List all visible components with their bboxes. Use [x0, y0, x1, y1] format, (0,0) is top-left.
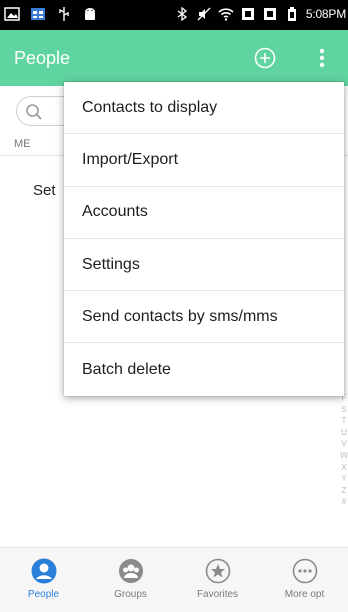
bluetooth-icon — [177, 6, 187, 22]
tab-label: People — [27, 589, 60, 600]
search-icon — [26, 104, 42, 120]
wifi-icon — [218, 8, 234, 21]
signal-icon — [263, 8, 276, 20]
bottom-nav: People Groups Favorites More opt — [0, 547, 348, 612]
index-letter[interactable]: T — [342, 415, 347, 427]
status-bar: 5:08PM — [0, 0, 348, 30]
star-icon — [205, 558, 230, 584]
battery-icon — [287, 7, 296, 21]
overflow-menu-icon[interactable] — [312, 46, 332, 70]
status-left-icons — [4, 6, 98, 22]
index-letter[interactable]: Y — [341, 473, 346, 485]
overflow-menu: Contacts to display Import/Export Accoun… — [64, 82, 344, 396]
index-letter[interactable]: W — [340, 450, 348, 462]
person-icon — [31, 558, 56, 584]
me-section-label: ME — [14, 138, 31, 150]
menu-item-settings[interactable]: Settings — [64, 239, 344, 292]
tab-label: Groups — [114, 589, 147, 600]
index-letter[interactable]: Z — [342, 485, 347, 497]
groups-icon — [118, 559, 143, 583]
tab-label: More opt — [284, 589, 325, 600]
menu-item-batch-delete[interactable]: Batch delete — [64, 343, 344, 395]
status-time: 5:08PM — [305, 7, 346, 21]
tab-groups[interactable]: Groups — [87, 548, 174, 612]
more-icon — [292, 558, 317, 584]
android-icon — [85, 8, 95, 20]
index-letter[interactable]: S — [341, 404, 346, 416]
alphabet-index[interactable]: F S T U V W X Y Z # — [340, 392, 348, 508]
status-right-icons: 5:08PM — [174, 6, 346, 22]
tab-more-options[interactable]: More opt — [261, 548, 348, 612]
menu-item-send-contacts[interactable]: Send contacts by sms/mms — [64, 291, 344, 344]
add-icon[interactable] — [254, 47, 276, 69]
image-icon — [4, 7, 20, 21]
index-letter[interactable]: U — [341, 427, 347, 439]
setup-profile-item[interactable]: Set — [33, 182, 56, 199]
menu-item-contacts-to-display[interactable]: Contacts to display — [64, 82, 344, 135]
menu-item-import-export[interactable]: Import/Export — [64, 134, 344, 187]
mute-icon — [197, 7, 211, 21]
index-letter[interactable]: V — [341, 438, 346, 450]
signal-icon — [241, 8, 254, 20]
menu-item-accounts[interactable]: Accounts — [64, 187, 344, 239]
index-letter[interactable]: # — [342, 496, 346, 508]
page-title: People — [14, 48, 71, 68]
tab-label: Favorites — [196, 589, 239, 600]
app-bar: People — [0, 30, 348, 86]
tab-favorites[interactable]: Favorites — [174, 548, 261, 612]
usb-icon — [59, 7, 69, 21]
calendar-icon — [31, 8, 45, 20]
tab-people[interactable]: People — [0, 548, 87, 612]
index-letter[interactable]: X — [341, 462, 346, 474]
